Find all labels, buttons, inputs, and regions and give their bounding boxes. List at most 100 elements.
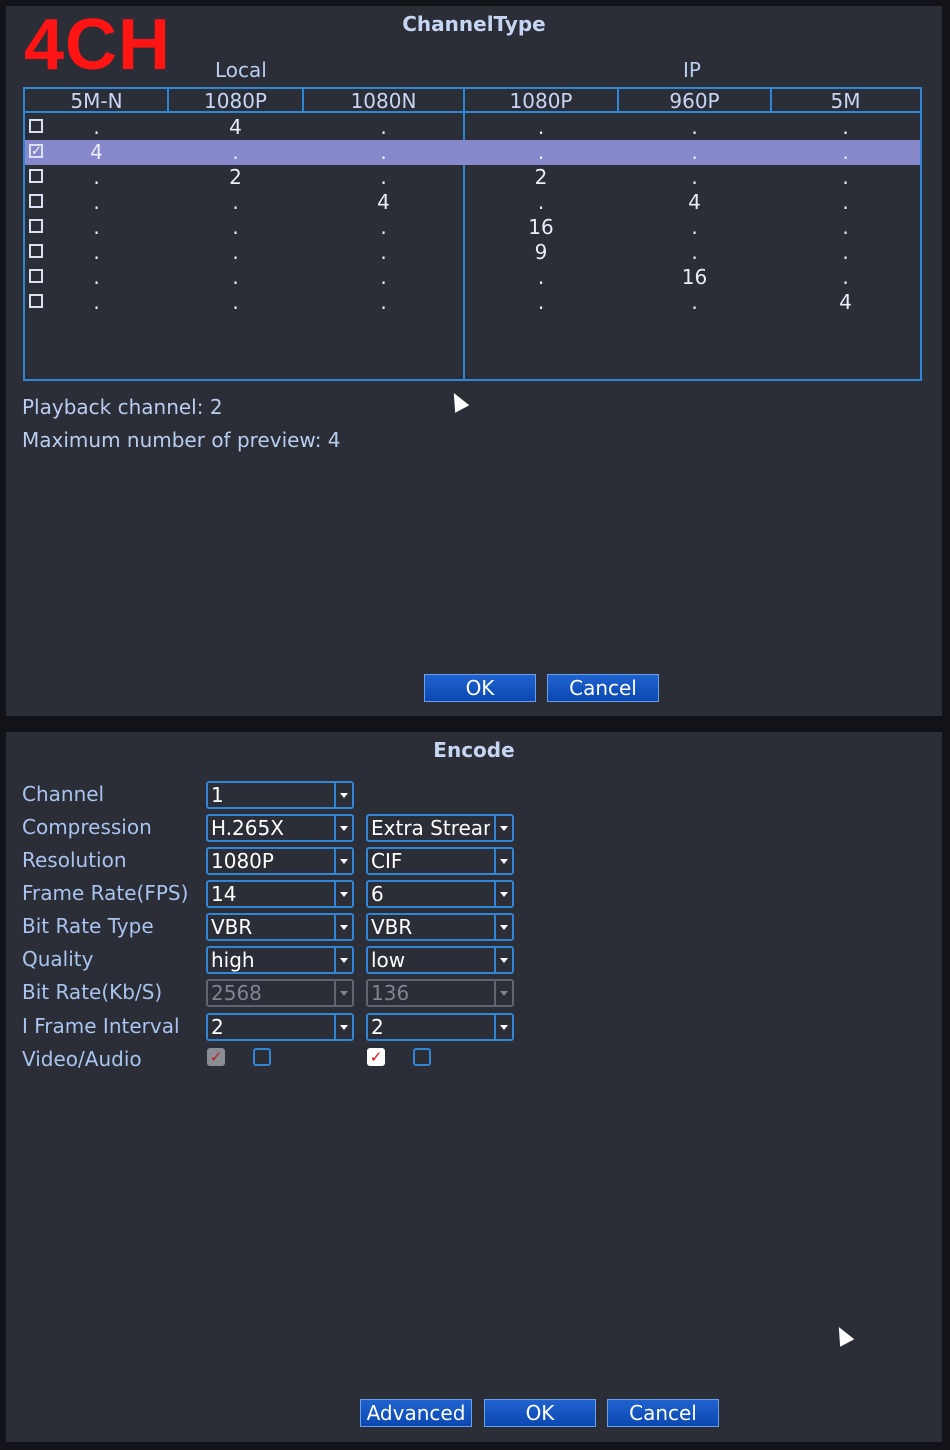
- chevron-down-icon[interactable]: [334, 783, 352, 807]
- selected-value: 2568: [211, 981, 262, 1005]
- table-row[interactable]: . 4....: [25, 115, 920, 140]
- table-cell: 4: [229, 115, 242, 139]
- table-cell: .: [537, 290, 545, 314]
- chevron-down-icon[interactable]: [494, 882, 512, 906]
- extra-video-checkbox[interactable]: ✓: [367, 1048, 385, 1066]
- table-cell: .: [380, 165, 387, 189]
- table-cell: .: [93, 240, 100, 264]
- ok-button[interactable]: OK: [424, 674, 536, 702]
- table-cell: .: [380, 240, 387, 264]
- table-cell: .: [691, 165, 698, 189]
- selected-value: high: [211, 948, 255, 972]
- channel-type-dialog: ChannelType 4CH Local IP 5M-N 1080P 1080…: [6, 5, 942, 716]
- table-cell: .: [93, 165, 100, 189]
- selected-value: 6: [371, 882, 384, 906]
- column-header: 1080P: [464, 89, 618, 113]
- table-cell: .: [93, 190, 100, 214]
- table-cell: .: [232, 215, 239, 239]
- extra-audio-checkbox[interactable]: [413, 1048, 431, 1066]
- main-frame-rate-select[interactable]: 14: [206, 880, 354, 908]
- table-row[interactable]: ... 16..: [25, 215, 920, 240]
- table-row[interactable]: ..... 4: [25, 290, 920, 315]
- group-ip-label: IP: [683, 58, 701, 82]
- table-cell: .: [232, 140, 239, 164]
- chevron-down-icon: [494, 981, 512, 1005]
- table-cell: .: [691, 215, 698, 239]
- selected-value: H.265X: [211, 816, 284, 840]
- ok-button[interactable]: OK: [484, 1399, 596, 1427]
- table-cell: .: [93, 265, 100, 289]
- table-row[interactable]: .. 4. 4.: [25, 190, 920, 215]
- cancel-button[interactable]: Cancel: [547, 674, 659, 702]
- column-header: 1080P: [168, 89, 303, 113]
- table-cell: .: [691, 140, 698, 164]
- channel-select[interactable]: 1: [206, 781, 354, 809]
- channel-type-table: 5M-N 1080P 1080N 1080P 960P 5M . 4.... ✓ 4.…: [23, 87, 922, 381]
- selected-value: Extra Stream: [371, 816, 490, 840]
- encode-dialog: Encode Channel Compression Resolution Fr…: [6, 732, 942, 1442]
- selected-value: low: [371, 948, 406, 972]
- main-bit-rate-type-select[interactable]: VBR: [206, 913, 354, 941]
- table-row[interactable]: .... 16.: [25, 265, 920, 290]
- table-row[interactable]: ... 9..: [25, 240, 920, 265]
- table-row[interactable]: ✓ 4.....: [25, 140, 920, 165]
- main-audio-checkbox[interactable]: [253, 1048, 271, 1066]
- extra-bit-rate-select: 136: [366, 979, 514, 1007]
- table-cell: .: [537, 140, 545, 164]
- table-cell: .: [537, 265, 545, 289]
- i-frame-interval-label: I Frame Interval: [22, 1014, 180, 1038]
- main-i-frame-select[interactable]: 2: [206, 1013, 354, 1041]
- video-audio-label: Video/Audio: [22, 1047, 142, 1071]
- cancel-button[interactable]: Cancel: [607, 1399, 719, 1427]
- main-compression-select[interactable]: H.265X: [206, 814, 354, 842]
- extra-quality-select[interactable]: low: [366, 946, 514, 974]
- selected-value: VBR: [371, 915, 413, 939]
- column-divider: [617, 89, 619, 113]
- column-divider: [770, 89, 772, 113]
- extra-stream-select[interactable]: Extra Stream: [366, 814, 514, 842]
- selected-value: 2: [371, 1015, 384, 1039]
- selected-value: 14: [211, 882, 237, 906]
- chevron-down-icon[interactable]: [494, 816, 512, 840]
- selected-value: 1: [211, 783, 224, 807]
- main-video-checkbox[interactable]: ✓: [207, 1048, 225, 1066]
- table-cell: .: [842, 240, 849, 264]
- extra-resolution-select[interactable]: CIF: [366, 847, 514, 875]
- extra-bit-rate-type-select[interactable]: VBR: [366, 913, 514, 941]
- resolution-label: Resolution: [22, 848, 127, 872]
- table-cell: .: [93, 215, 100, 239]
- chevron-down-icon[interactable]: [334, 1015, 352, 1039]
- extra-frame-rate-select[interactable]: 6: [366, 880, 514, 908]
- table-cell: 4: [839, 290, 852, 314]
- chevron-down-icon[interactable]: [494, 1015, 512, 1039]
- advanced-button[interactable]: Advanced: [360, 1399, 472, 1427]
- table-cell: 2: [534, 165, 548, 189]
- column-header: 5M: [771, 89, 920, 113]
- main-quality-select[interactable]: high: [206, 946, 354, 974]
- chevron-down-icon[interactable]: [494, 915, 512, 939]
- chevron-down-icon[interactable]: [334, 882, 352, 906]
- table-row[interactable]: . 2. 2..: [25, 165, 920, 190]
- table-cell: .: [842, 190, 849, 214]
- chevron-down-icon[interactable]: [334, 849, 352, 873]
- quality-label: Quality: [22, 947, 94, 971]
- table-cell: 16: [681, 265, 708, 289]
- chevron-down-icon: [334, 981, 352, 1005]
- table-cell: .: [691, 115, 698, 139]
- chevron-down-icon[interactable]: [494, 849, 512, 873]
- mouse-cursor-icon: [446, 389, 470, 413]
- table-cell: .: [380, 265, 387, 289]
- chevron-down-icon[interactable]: [334, 948, 352, 972]
- extra-i-frame-select[interactable]: 2: [366, 1013, 514, 1041]
- main-resolution-select[interactable]: 1080P: [206, 847, 354, 875]
- table-cell: 4: [377, 190, 390, 214]
- chevron-down-icon[interactable]: [494, 948, 512, 972]
- chevron-down-icon[interactable]: [334, 915, 352, 939]
- chevron-down-icon[interactable]: [334, 816, 352, 840]
- group-local-label: Local: [215, 58, 267, 82]
- selected-value: 1080P: [211, 849, 274, 873]
- table-cell: 2: [229, 165, 242, 189]
- table-cell: .: [380, 215, 387, 239]
- column-header: 960P: [618, 89, 771, 113]
- table-cell: .: [232, 190, 239, 214]
